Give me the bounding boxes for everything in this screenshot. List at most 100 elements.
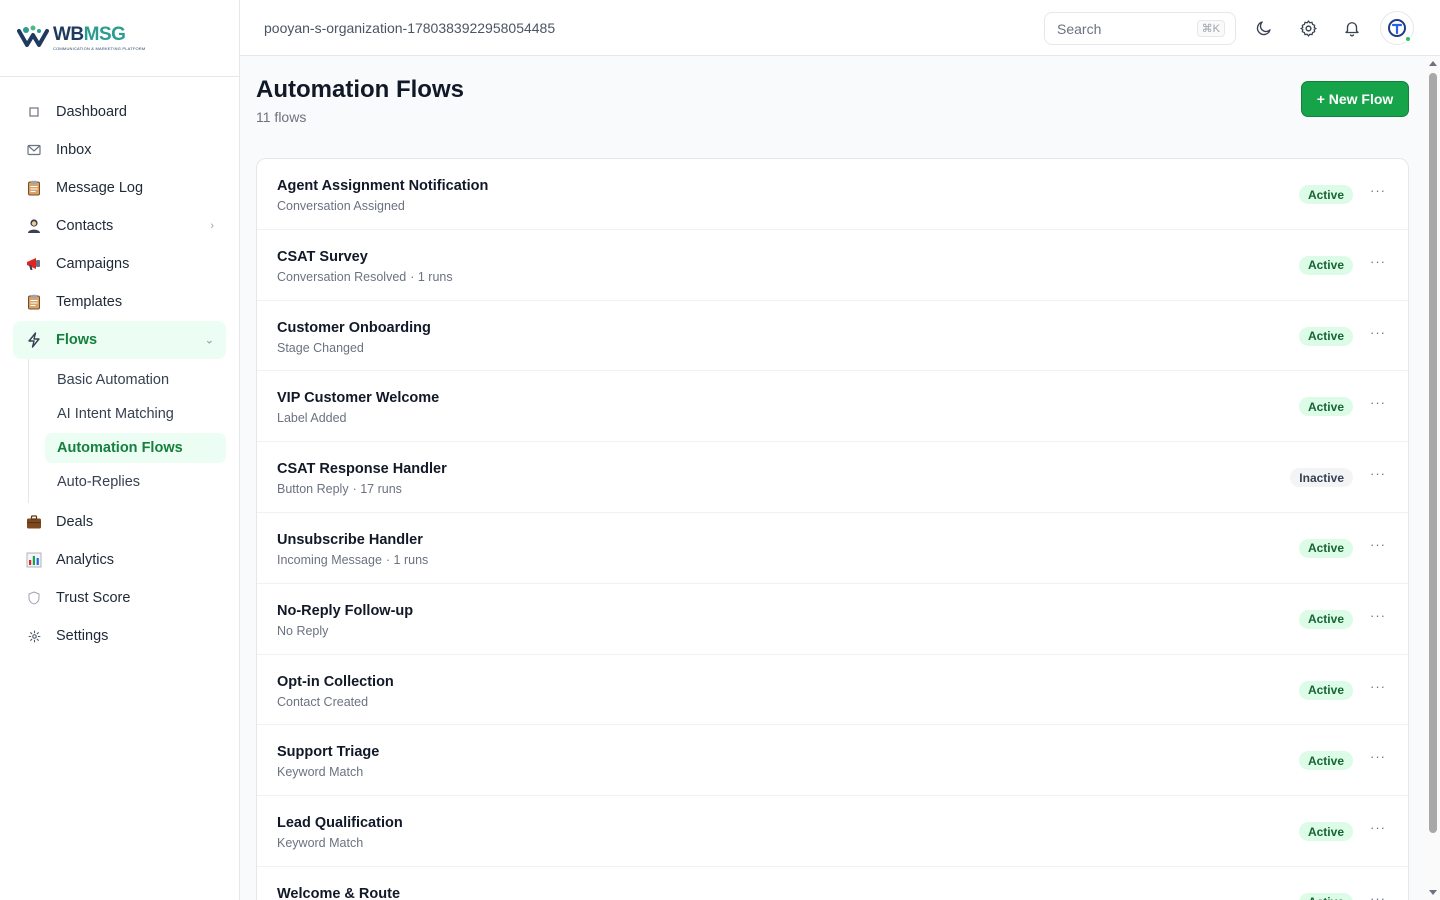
subnav-item-automation-flows[interactable]: Automation Flows xyxy=(45,433,226,463)
search-placeholder: Search xyxy=(1057,20,1102,37)
flow-row[interactable]: Agent Assignment Notification Conversatio… xyxy=(257,159,1408,230)
status-badge: Active xyxy=(1298,609,1353,629)
organization-name[interactable]: pooyan-s-organization-178038392295805448… xyxy=(264,20,555,36)
sidebar-item-flows[interactable]: Flows ⌄ xyxy=(13,321,226,359)
flow-meta: Keyword Match xyxy=(277,836,367,850)
brand-logo[interactable]: WBMSG COMMUNICATION & MARKETING PLATFORM xyxy=(17,25,145,51)
online-status-dot xyxy=(1404,35,1412,43)
main-content: Automation Flows 11 flows + New Flow Age… xyxy=(240,56,1426,900)
sidebar-item-dashboard[interactable]: Dashboard xyxy=(13,93,226,131)
sidebar-item-analytics[interactable]: Analytics xyxy=(13,541,226,579)
flow-trigger: Label Added xyxy=(277,411,347,426)
flow-name: Support Triage xyxy=(277,744,380,761)
status-badge: Active xyxy=(1298,751,1353,771)
new-flow-button[interactable]: + New Flow xyxy=(1301,81,1409,117)
flow-row[interactable]: VIP Customer Welcome Label Added Active ··· xyxy=(257,371,1408,443)
flow-meta: Keyword Match xyxy=(277,765,367,779)
sidebar-item-campaigns[interactable]: Campaigns xyxy=(13,245,226,283)
flow-meta: Stage Changed xyxy=(277,341,368,355)
sidebar: WBMSG COMMUNICATION & MARKETING PLATFORM… xyxy=(0,0,240,900)
flow-meta: Label Added xyxy=(277,411,351,425)
sidebar-item-label: Analytics xyxy=(56,552,115,568)
search-shortcut: ⌘K xyxy=(1196,20,1225,37)
flow-row[interactable]: Unsubscribe Handler Incoming Message · 1 r… xyxy=(257,513,1408,584)
flow-trigger: Keyword Match xyxy=(277,765,364,780)
flow-trigger: Keyword Match xyxy=(277,836,364,851)
flow-row[interactable]: Welcome & Route Active ··· xyxy=(257,867,1408,900)
flow-name: Lead Qualification xyxy=(277,815,403,832)
more-options-icon[interactable]: ··· xyxy=(1370,608,1386,623)
subnav-item-ai-intent-matching[interactable]: AI Intent Matching xyxy=(45,399,226,429)
sidebar-item-label: Dashboard xyxy=(56,104,127,120)
flow-row[interactable]: Lead Qualification Keyword Match Active ··· xyxy=(257,796,1408,867)
flow-row[interactable]: CSAT Survey Conversation Resolved · 1 runs… xyxy=(257,230,1408,301)
flow-row[interactable]: Support Triage Keyword Match Active ··· xyxy=(257,725,1408,797)
clipboard-icon xyxy=(26,294,42,310)
status-badge: Inactive xyxy=(1290,468,1353,488)
subnav-item-basic-automation[interactable]: Basic Automation xyxy=(45,365,226,395)
more-options-icon[interactable]: ··· xyxy=(1370,325,1386,340)
brand-name: WBMSG xyxy=(53,24,126,45)
bar-chart-icon xyxy=(26,552,42,568)
gear-icon xyxy=(26,628,42,644)
moon-icon[interactable] xyxy=(1253,17,1275,39)
brand-tagline: COMMUNICATION & MARKETING PLATFORM xyxy=(53,46,146,51)
flow-name: Agent Assignment Notification xyxy=(277,178,489,194)
more-options-icon[interactable]: ··· xyxy=(1370,254,1386,269)
flow-name: CSAT Survey xyxy=(277,248,368,265)
more-options-icon[interactable]: ··· xyxy=(1370,749,1386,764)
flow-trigger: Button Reply xyxy=(277,482,349,497)
more-options-icon[interactable]: ··· xyxy=(1370,466,1386,481)
flow-name: VIP Customer Welcome xyxy=(277,390,440,407)
sidebar-item-trust-score[interactable]: Trust Score xyxy=(13,579,226,617)
flow-trigger: Contact Created xyxy=(277,694,369,709)
sidebar-item-label: Campaigns xyxy=(56,256,130,272)
sidebar-item-label: Contacts xyxy=(56,218,114,234)
flow-trigger: Conversation Assigned xyxy=(277,199,405,213)
flow-name: Unsubscribe Handler xyxy=(277,531,423,548)
sidebar-item-label: Settings xyxy=(56,628,109,644)
status-badge: Active xyxy=(1298,538,1353,558)
sidebar-item-contacts[interactable]: Contacts › xyxy=(13,207,226,245)
scrollbar-thumb[interactable] xyxy=(1429,73,1437,833)
flows-list: Agent Assignment Notification Conversatio… xyxy=(256,158,1409,900)
flow-name: Opt-in Collection xyxy=(277,673,394,690)
more-options-icon[interactable]: ··· xyxy=(1370,183,1386,198)
scrollbar[interactable] xyxy=(1426,56,1440,900)
flow-row[interactable]: Opt-in Collection Contact Created Active ··… xyxy=(257,655,1408,726)
sidebar-item-settings[interactable]: Settings xyxy=(13,617,226,655)
flows-subnav: Basic Automation AI Intent Matching Auto… xyxy=(28,359,226,503)
topbar: pooyan-s-organization-178038392295805448… xyxy=(240,0,1440,56)
bell-icon[interactable] xyxy=(1341,17,1363,39)
subnav-item-auto-replies[interactable]: Auto-Replies xyxy=(45,467,226,497)
more-options-icon[interactable]: ··· xyxy=(1370,820,1386,835)
flow-trigger: Incoming Message xyxy=(277,552,382,567)
page-title: Automation Flows xyxy=(256,76,464,103)
avatar[interactable] xyxy=(1380,11,1414,45)
sidebar-item-templates[interactable]: Templates xyxy=(13,283,226,321)
status-badge: Active xyxy=(1298,326,1353,346)
more-options-icon[interactable]: ··· xyxy=(1370,891,1386,900)
search-input[interactable]: Search ⌘K xyxy=(1044,12,1236,45)
sidebar-nav: Dashboard Inbox Message Log Contacts › C… xyxy=(0,77,239,655)
scroll-down-arrow-icon[interactable] xyxy=(1429,890,1437,895)
settings-gear-icon[interactable] xyxy=(1297,17,1319,39)
flow-trigger: Conversation Resolved xyxy=(277,269,407,284)
flow-row[interactable]: No-Reply Follow-up No Reply Active ··· xyxy=(257,584,1408,655)
flow-row[interactable]: Customer Onboarding Stage Changed Active ··… xyxy=(257,301,1408,372)
more-options-icon[interactable]: ··· xyxy=(1370,537,1386,552)
flow-name: CSAT Response Handler xyxy=(277,461,447,478)
flow-name: No-Reply Follow-up xyxy=(277,602,414,619)
sidebar-item-message-log[interactable]: Message Log xyxy=(13,169,226,207)
sidebar-item-inbox[interactable]: Inbox xyxy=(13,131,226,169)
more-options-icon[interactable]: ··· xyxy=(1370,679,1386,694)
flow-row[interactable]: CSAT Response Handler Button Reply · 17 ru… xyxy=(257,442,1408,513)
sidebar-item-label: Deals xyxy=(56,514,94,530)
more-options-icon[interactable]: ··· xyxy=(1370,395,1386,410)
sidebar-item-deals[interactable]: Deals xyxy=(13,503,226,541)
clipboard-icon xyxy=(26,180,42,196)
brand-logo-icon xyxy=(17,25,49,47)
square-icon xyxy=(26,104,42,120)
person-icon xyxy=(26,218,42,234)
scroll-up-arrow-icon[interactable] xyxy=(1429,61,1437,66)
